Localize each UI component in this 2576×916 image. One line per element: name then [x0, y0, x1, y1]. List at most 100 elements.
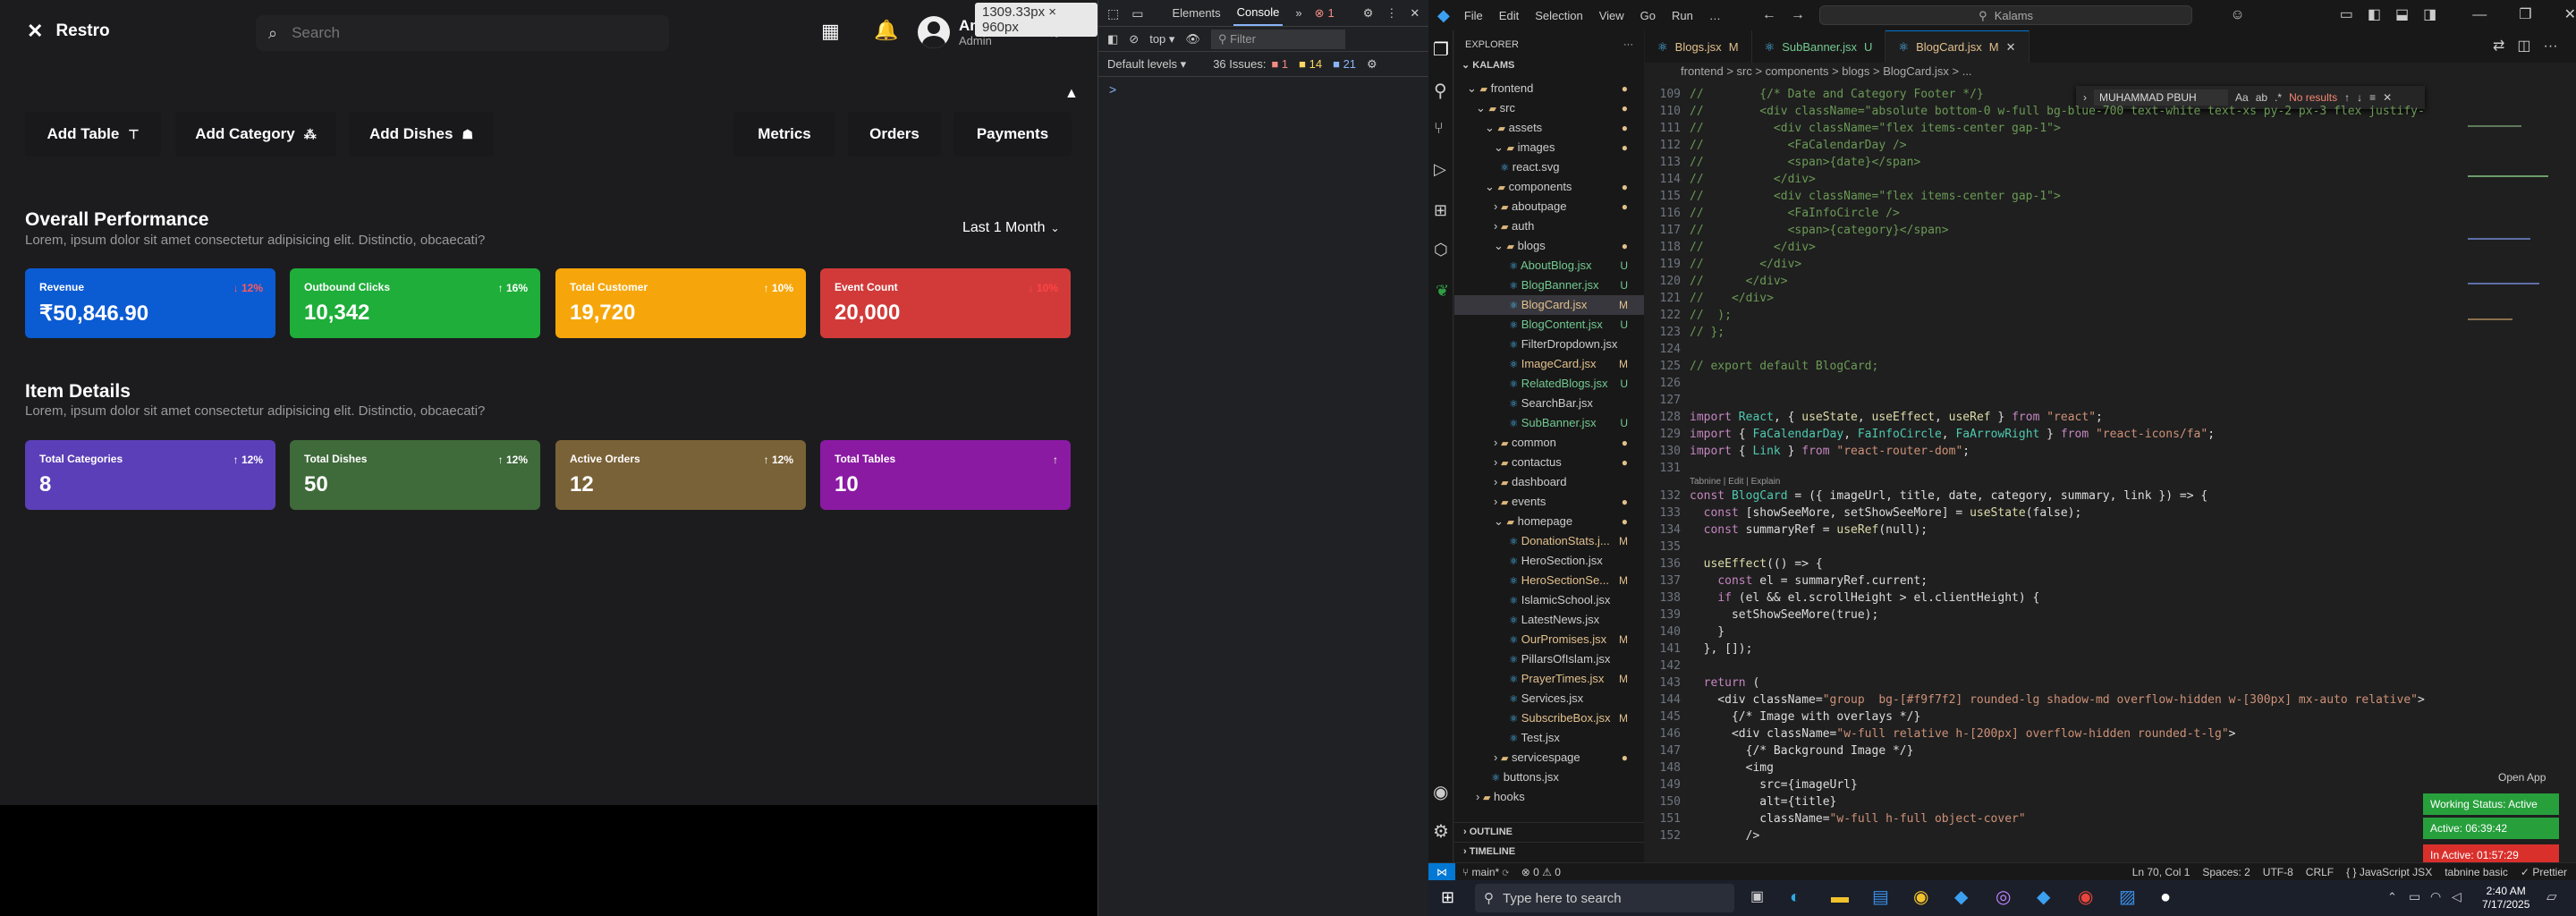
filter-input[interactable]: ⚲ Filter — [1210, 29, 1345, 49]
tree-file[interactable]: ⚛ ImageCard.jsx M — [1454, 354, 1644, 374]
breadcrumb[interactable]: frontend > src > components > blogs > Bl… — [1681, 64, 1972, 78]
tree-file[interactable]: ⚛ BlogBanner.jsx U — [1454, 276, 1644, 295]
device-icon[interactable]: ▭ — [1131, 7, 1143, 20]
stat-card[interactable]: Revenue ↓ 12% ₹50,846.90 — [25, 268, 275, 338]
tree-file[interactable]: ⚛ Test.jsx — [1454, 728, 1644, 748]
grid-icon[interactable]: ▦ — [821, 21, 840, 41]
tree-folder[interactable]: › ▰ servicespage ● — [1454, 748, 1644, 768]
tree-folder[interactable]: ⌄ ▰ components ● — [1454, 177, 1644, 197]
sidebar-toggle-icon[interactable]: ◧ — [1107, 33, 1118, 45]
forward-arrow-icon[interactable]: → — [1791, 8, 1805, 22]
indentation[interactable]: Spaces: 2 — [2202, 866, 2250, 878]
vscode-blue-icon[interactable]: ◆ — [1954, 888, 1968, 906]
menu-item[interactable]: File — [1464, 9, 1483, 22]
tree-file[interactable]: ⚛ DonationStats.j... M — [1454, 531, 1644, 551]
close-icon[interactable]: ✕ — [2006, 41, 2016, 53]
stat-card[interactable]: Event Count ↓ 10% 20,000 — [820, 268, 1071, 338]
prettier-status[interactable]: ✓ Prettier — [2521, 866, 2567, 878]
editor-tab[interactable]: ⚛ Blogs.jsx M — [1645, 30, 1752, 63]
tree-file[interactable]: ⚛ LatestNews.jsx — [1454, 610, 1644, 630]
windows-start-icon[interactable]: ⊞ — [1441, 889, 1454, 905]
stat-card[interactable]: Total Tables ↑ 10 — [820, 440, 1071, 510]
restore-icon[interactable]: ❐ — [2519, 8, 2531, 22]
code-editor[interactable]: 109 110 111 112 113 114 115 116 117 118 119 120 121 1… — [1645, 86, 2539, 861]
tree-file[interactable]: ⚛ SubscribeBox.jsx M — [1454, 708, 1644, 728]
tree-folder[interactable]: › ▰ hooks — [1454, 787, 1644, 807]
tree-folder[interactable]: › ▰ contactus ● — [1454, 453, 1644, 472]
tree-file[interactable]: ⚛ BlogCard.jsx M — [1454, 295, 1644, 315]
app-icon[interactable]: ● — [2160, 888, 2171, 906]
orders-button[interactable]: Orders — [848, 112, 941, 157]
close-icon[interactable]: ✕ — [1410, 7, 1419, 19]
taskbar-search[interactable]: ⚲ Type here to search — [1475, 884, 1734, 912]
remote-indicator-icon[interactable]: ⋈ — [1428, 862, 1455, 881]
store-icon[interactable]: ▤ — [1872, 888, 1889, 906]
tree-file[interactable]: ⚛ BlogContent.jsx U — [1454, 315, 1644, 335]
encoding[interactable]: UTF-8 — [2263, 866, 2293, 878]
tree-file[interactable]: ⚛ OurPromises.jsx M — [1454, 630, 1644, 649]
stat-card[interactable]: Total Dishes ↑ 12% 50 — [290, 440, 540, 510]
tree-folder[interactable]: › ▰ auth — [1454, 216, 1644, 236]
menu-item[interactable]: Go — [1640, 9, 1656, 22]
volume-icon[interactable]: ◁ — [2452, 890, 2462, 903]
bell-icon[interactable]: 🔔 — [874, 21, 898, 40]
editor-tab[interactable]: ⚛ BlogCard.jsx M ✕ — [1885, 30, 2029, 63]
gear-icon[interactable]: ⚙ — [1363, 7, 1374, 19]
tree-folder[interactable]: › ▰ dashboard — [1454, 472, 1644, 492]
add-table-button[interactable]: Add Table ⊤ — [25, 112, 161, 157]
tree-file[interactable]: ⚛ HeroSectionSe... M — [1454, 571, 1644, 590]
tree-folder[interactable]: › ▰ common ● — [1454, 433, 1644, 453]
problems-indicator[interactable]: ⊗ 0 ⚠ 0 — [1521, 866, 1561, 878]
compare-icon[interactable]: ⇄ — [2493, 39, 2504, 54]
tree-folder[interactable]: › ▰ events ● — [1454, 492, 1644, 512]
cursor-position[interactable]: Ln 70, Col 1 — [2132, 866, 2190, 878]
secondary-sidebar-icon[interactable]: ◨ — [2423, 8, 2436, 22]
more-actions-icon[interactable]: ··· — [2544, 39, 2558, 54]
extensions-icon[interactable]: ⊞ — [1434, 202, 1447, 218]
menu-item[interactable]: View — [1599, 9, 1624, 22]
edge-icon[interactable]: ◐ — [1790, 888, 1801, 906]
stat-card[interactable]: Total Customer ↑ 10% 19,720 — [555, 268, 806, 338]
file-explorer-icon[interactable]: ▬ — [1831, 888, 1849, 906]
search-input[interactable] — [292, 24, 650, 42]
tab-elements[interactable]: Elements — [1172, 6, 1220, 20]
tree-folder[interactable]: ⌄ ▰ homepage ● — [1454, 512, 1644, 531]
tree-folder[interactable]: ⌄ ▰ images ● — [1454, 138, 1644, 157]
language-mode[interactable]: { } JavaScript JSX — [2346, 866, 2432, 878]
more-tabs-icon[interactable]: » — [1295, 7, 1301, 19]
tab-console[interactable]: Console — [1233, 0, 1284, 26]
tree-file[interactable]: ⚛ AboutBlog.jsx U — [1454, 256, 1644, 276]
metrics-button[interactable]: Metrics — [733, 112, 835, 157]
editor-tab[interactable]: ⚛ SubBanner.jsx U — [1751, 30, 1886, 63]
eye-icon[interactable]: 👁 — [1185, 33, 1200, 45]
menu-item[interactable]: Edit — [1499, 9, 1519, 22]
tabnine-status[interactable]: tabnine basic — [2445, 866, 2508, 878]
timeline-section[interactable]: › TIMELINE — [1454, 842, 1644, 861]
network-icon[interactable]: ▭ — [2409, 890, 2420, 903]
menu-item[interactable]: … — [1709, 9, 1721, 22]
sidebar-toggle-icon[interactable]: ◧ — [2368, 8, 2381, 22]
minimap[interactable] — [2457, 86, 2564, 855]
issues-label[interactable]: 36 Issues: — [1213, 57, 1266, 71]
account-icon[interactable]: ◉ — [1433, 784, 1448, 802]
tree-folder[interactable]: › ▰ aboutpage ● — [1454, 197, 1644, 216]
tree-file[interactable]: ⚛ IslamicSchool.jsx — [1454, 590, 1644, 610]
codelens-tabnine[interactable]: Tabnine | Edit | Explain — [1690, 477, 2530, 488]
period-dropdown[interactable]: Last 1 Month ⌄ — [962, 220, 1060, 236]
open-app-link[interactable]: Open App — [2498, 771, 2546, 784]
run-debug-icon[interactable]: ▷ — [1434, 161, 1446, 177]
stat-card[interactable]: Outbound Clicks ↑ 16% 10,342 — [290, 268, 540, 338]
remote-icon[interactable]: ⬡ — [1434, 242, 1448, 258]
root-folder[interactable]: ⌄ KALAMS — [1454, 59, 1644, 79]
tree-file[interactable]: ⚛ FilterDropdown.jsx — [1454, 335, 1644, 354]
levels-select[interactable]: Default levels ▾ — [1107, 57, 1186, 72]
tree-folder[interactable]: ⌄ ▰ assets ● — [1454, 118, 1644, 138]
wifi-icon[interactable]: ◠ — [2430, 890, 2441, 903]
layout-icon[interactable]: ▭ — [2340, 8, 2353, 22]
search-icon[interactable]: ⚲ — [1434, 82, 1447, 100]
outline-section[interactable]: › OUTLINE — [1454, 822, 1644, 842]
clock[interactable]: 2:40 AM 7/17/2025 — [2482, 885, 2529, 912]
context-select[interactable]: top ▾ — [1149, 32, 1174, 47]
vscode-icon[interactable]: ◆ — [2037, 888, 2050, 906]
task-view-icon[interactable]: ▣ — [1750, 890, 1764, 904]
